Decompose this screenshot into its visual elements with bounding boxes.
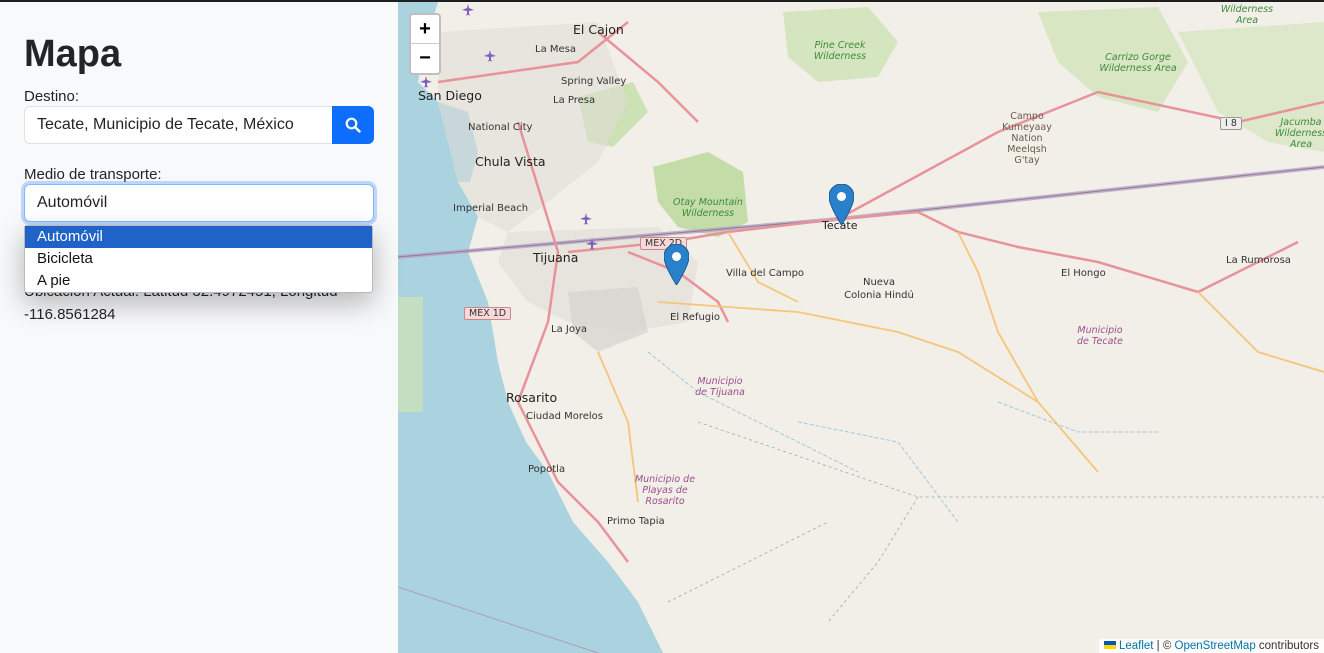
map-label-municipio-rosarito: Municipio de Playas de Rosarito: [634, 474, 696, 507]
map-label-pine-creek: Pine Creek Wilderness: [813, 40, 867, 62]
map-label-san-diego: San Diego: [418, 88, 482, 103]
map-label-imperial-beach: Imperial Beach: [453, 203, 529, 214]
map-tiles: [398, 2, 1324, 653]
map-label-carrizo-gorge: Carrizo Gorge Wilderness Area: [1099, 52, 1177, 74]
map-label-rosarito: Rosarito: [506, 390, 558, 405]
map-label-el-refugio: El Refugio: [670, 312, 721, 323]
zoom-control: + −: [409, 13, 441, 75]
airport-icon: [462, 4, 474, 16]
page-title: Mapa: [24, 33, 122, 75]
zoom-in-button[interactable]: +: [411, 15, 439, 44]
search-button[interactable]: [332, 106, 374, 144]
map-label-el-hongo: El Hongo: [1061, 268, 1106, 279]
map-label-villa-del-campo: Villa del Campo: [726, 268, 805, 279]
map-label-spring-valley: Spring Valley: [561, 76, 627, 87]
map-label-campo-kumeyaay: Campo Kumeyaay Nation Meelqsh G'tay: [1002, 111, 1052, 166]
map-label-la-rumorosa: La Rumorosa: [1226, 255, 1291, 266]
highway-shield-i8: I 8: [1220, 117, 1242, 130]
zoom-out-button[interactable]: −: [411, 44, 439, 73]
map-label-wilderness-area: Wilderness Area: [1220, 4, 1274, 26]
ukraine-flag-icon: [1103, 640, 1116, 649]
map-label-la-joya: La Joya: [551, 324, 587, 335]
airport-icon: [420, 76, 432, 88]
airport-icon: [586, 238, 598, 250]
map-label-popotla: Popotla: [528, 464, 566, 475]
transport-select[interactable]: Automóvil: [24, 184, 374, 222]
origin-marker[interactable]: [664, 244, 689, 285]
transport-option-a-pie[interactable]: A pie: [25, 270, 372, 292]
openstreetmap-link[interactable]: OpenStreetMap: [1175, 640, 1256, 652]
sidebar: Mapa Destino: Tecate, Municipio de Tecat…: [0, 2, 398, 653]
transport-label: Medio de transporte:: [24, 166, 162, 183]
transport-dropdown: Automóvil Bicicleta A pie: [24, 225, 373, 293]
destination-input[interactable]: Tecate, Municipio de Tecate, México: [24, 106, 333, 144]
map-label-nueva-colonia-hindu: Nueva Colonia Hindú: [844, 277, 914, 301]
destination-label: Destino:: [24, 88, 80, 105]
map-attribution: Leaflet | © OpenStreetMap contributors: [1098, 639, 1324, 653]
highway-shield-mex1d: MEX 1D: [464, 307, 512, 320]
transport-option-automovil[interactable]: Automóvil: [25, 226, 372, 248]
map-label-la-presa: La Presa: [553, 95, 596, 106]
map-label-national-city: National City: [468, 122, 533, 133]
map-label-municipio-tecate: Municipio de Tecate: [1077, 325, 1123, 347]
airport-icon: [484, 50, 496, 62]
map-label-jacumba: Jacumba Wilderness Area: [1274, 117, 1324, 150]
leaflet-link[interactable]: Leaflet: [1119, 640, 1154, 652]
map-label-tijuana: Tijuana: [533, 250, 579, 265]
transport-option-bicicleta[interactable]: Bicicleta: [25, 248, 372, 270]
airport-icon: [580, 213, 592, 225]
window-top-border: [0, 0, 1324, 2]
map-label-chula-vista: Chula Vista: [475, 154, 546, 169]
map-label-el-cajon: El Cajon: [573, 22, 624, 37]
map-label-ciudad-morelos: Ciudad Morelos: [526, 411, 603, 422]
destination-marker-tecate[interactable]: [829, 184, 854, 225]
map-label-primo-tapia: Primo Tapia: [607, 516, 665, 527]
map-container[interactable]: + − El Cajon La Mesa Spring Valley La Pr…: [398, 2, 1324, 653]
map-label-otay-mountain: Otay Mountain Wilderness: [673, 197, 743, 219]
map-label-municipio-tijuana: Municipio de Tijuana: [695, 376, 745, 398]
search-icon: [345, 117, 361, 133]
map-label-la-mesa: La Mesa: [535, 44, 576, 55]
